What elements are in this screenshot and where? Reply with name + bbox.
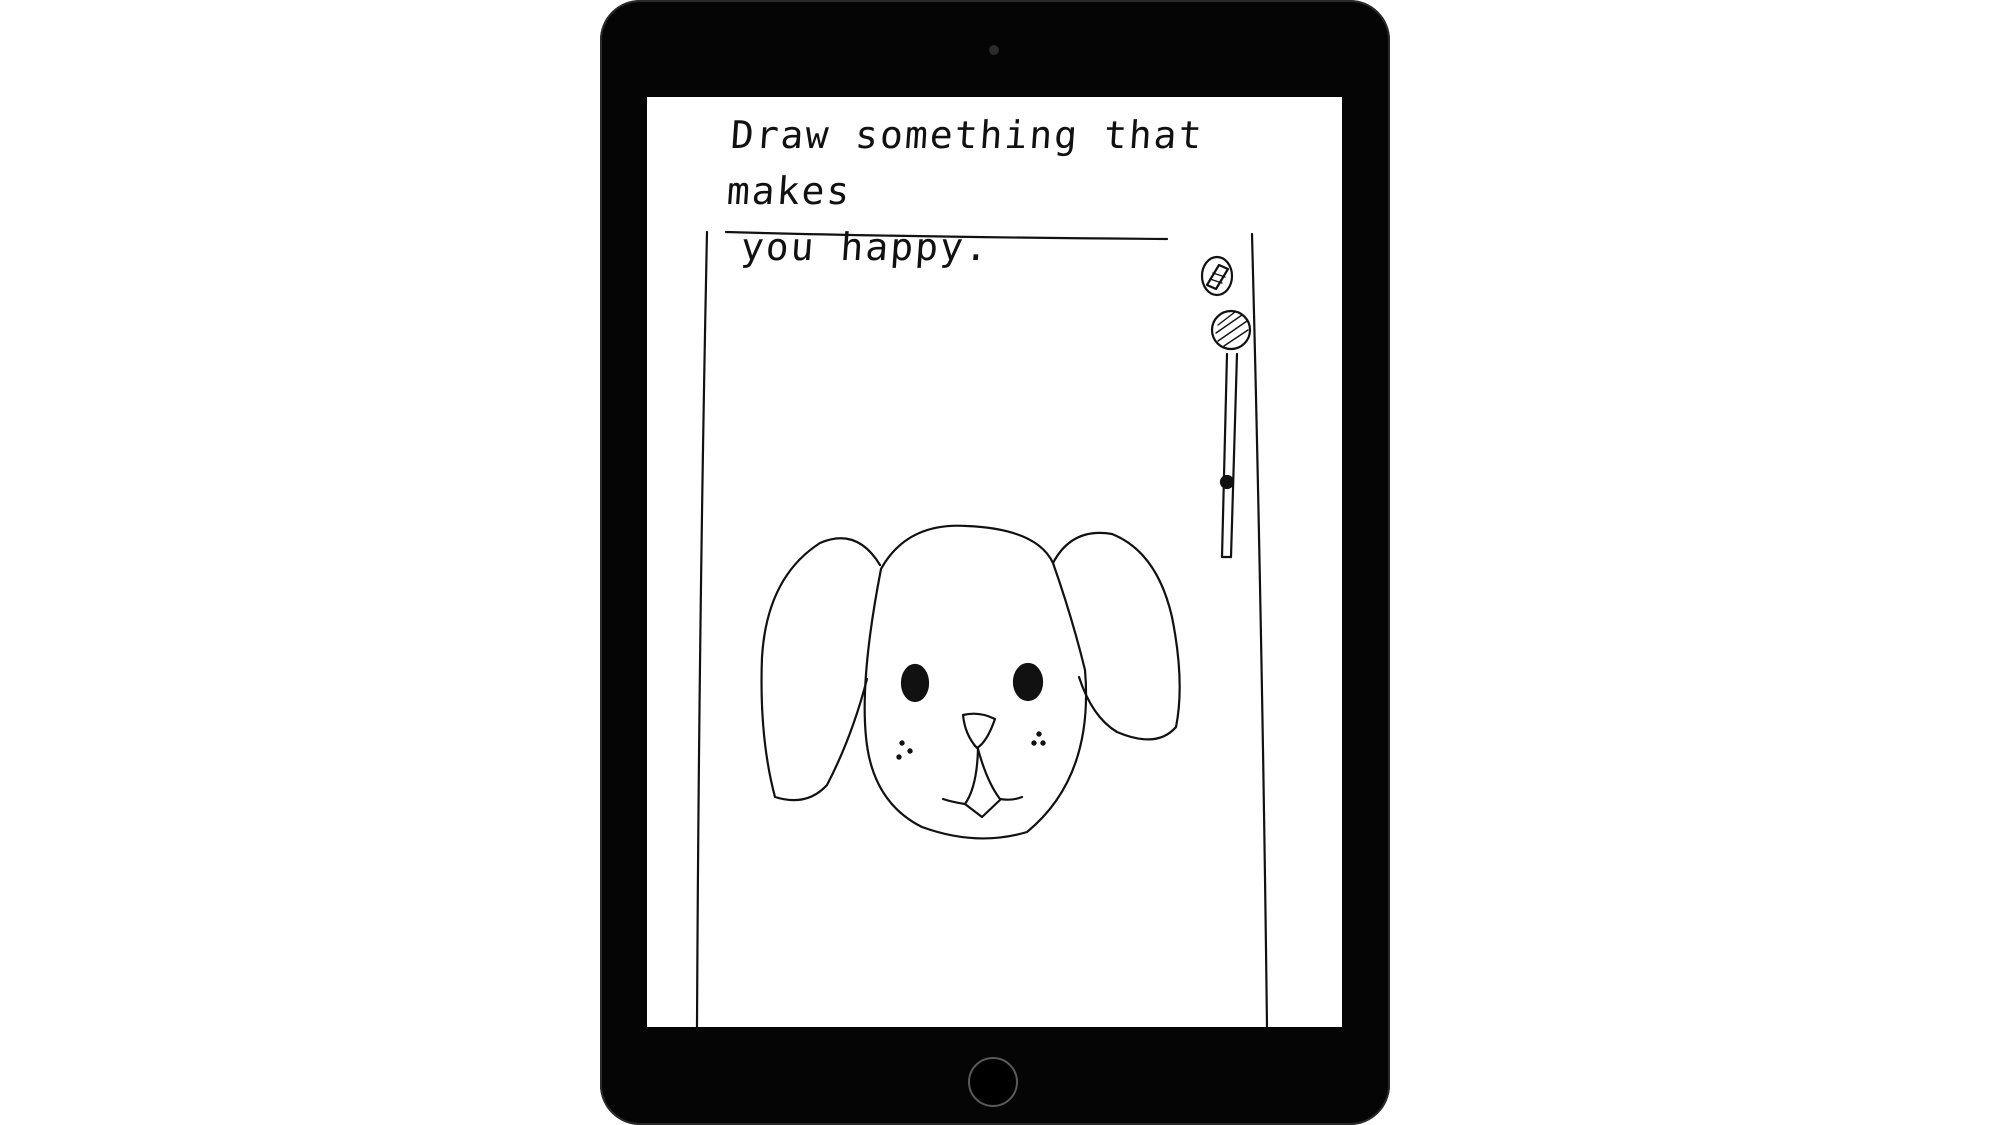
tablet-screen: Draw something that makes you happy. xyxy=(647,97,1342,1027)
front-camera xyxy=(989,45,999,55)
color-dot-icon[interactable] xyxy=(1210,309,1252,351)
tablet-device: Draw something that makes you happy. xyxy=(600,0,1390,1125)
drawing-area[interactable] xyxy=(647,97,1342,1027)
home-button[interactable] xyxy=(968,1057,1018,1107)
page: Draw something that makes you happy. xyxy=(0,0,1995,1125)
brush-size-slider[interactable] xyxy=(1219,352,1239,559)
canvas-frame xyxy=(695,230,1269,1027)
pen-tool-icon[interactable] xyxy=(1200,255,1234,297)
slider-handle xyxy=(1219,474,1235,490)
puppy-drawing xyxy=(760,524,1181,840)
